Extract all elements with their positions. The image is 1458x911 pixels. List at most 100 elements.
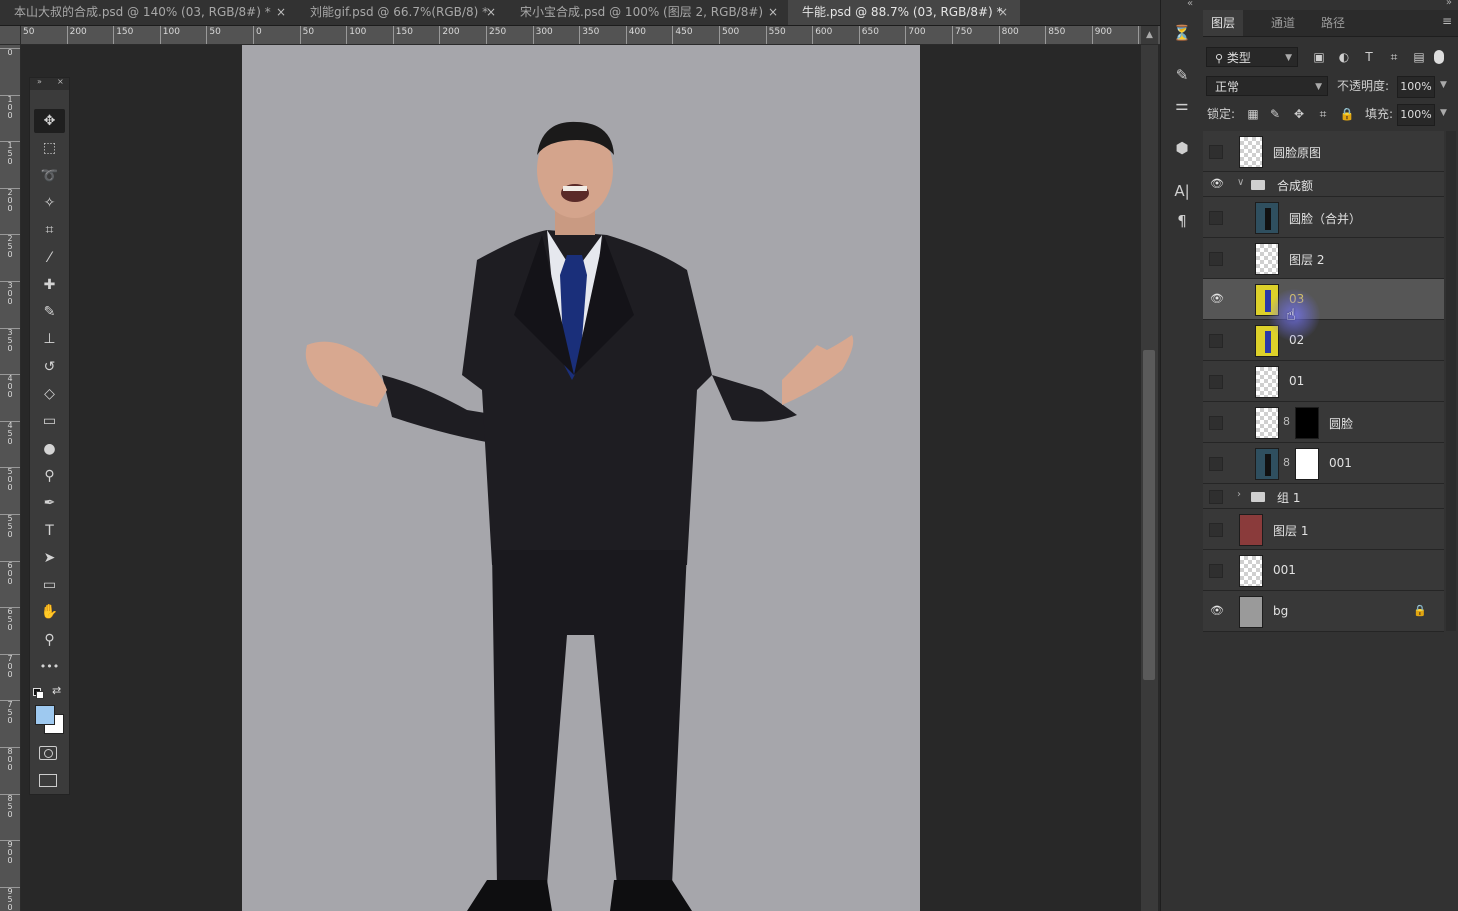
- eraser-tool-icon[interactable]: ◇: [34, 382, 65, 406]
- quick-mask-icon[interactable]: [39, 746, 57, 760]
- horizontal-ruler[interactable]: 50 200 150 100 50 0 50 100 150 200 250 300 350 400 450…: [20, 26, 1160, 45]
- close-icon[interactable]: ×: [768, 0, 778, 25]
- gradient-tool-icon[interactable]: ▭: [34, 409, 65, 433]
- history-panel-icon[interactable]: ⏳: [1169, 20, 1195, 46]
- layer-row[interactable]: 👁 bg 🔒: [1203, 591, 1444, 632]
- layer-thumbnail[interactable]: [1239, 135, 1263, 168]
- visibility-toggle[interactable]: [1209, 415, 1223, 430]
- filter-shape-icon[interactable]: ⌗: [1385, 48, 1403, 66]
- layer-row[interactable]: › 组 1: [1203, 484, 1444, 509]
- layer-row[interactable]: 👁03: [1203, 279, 1444, 320]
- lasso-tool-icon[interactable]: ➰: [34, 164, 65, 188]
- dodge-tool-icon[interactable]: ⚲: [34, 464, 65, 488]
- doc-tab-2[interactable]: 刘能gif.psd @ 66.7%(RGB/8) * ×: [296, 0, 506, 25]
- eye-icon[interactable]: 👁: [1209, 177, 1225, 193]
- panel-collapse-arrows-icon[interactable]: »: [1446, 0, 1452, 8]
- lock-pixels-icon[interactable]: ✎: [1266, 105, 1284, 123]
- panel-menu-icon[interactable]: ≡: [1442, 14, 1452, 28]
- type-tool-icon[interactable]: T: [34, 519, 65, 543]
- vertical-ruler[interactable]: 0 100 150 200 250 300 350 400 450 500 550 600 650 700…: [0, 26, 21, 911]
- opacity-input[interactable]: 100%: [1397, 76, 1435, 98]
- layer-thumbnail[interactable]: [1239, 513, 1263, 546]
- filter-smart-object-icon[interactable]: ▤: [1410, 48, 1428, 66]
- eyedropper-tool-icon[interactable]: ⁄: [34, 246, 65, 270]
- layer-row[interactable]: 8 圆脸: [1203, 402, 1444, 443]
- layer-row[interactable]: 02: [1203, 320, 1444, 361]
- close-icon[interactable]: ×: [998, 0, 1008, 25]
- blend-mode-select[interactable]: 正常 ▼: [1206, 76, 1328, 96]
- layer-thumbnail[interactable]: [1255, 201, 1279, 234]
- pen-tool-icon[interactable]: ✒: [34, 491, 65, 515]
- adjustments-icon[interactable]: ⚌: [1169, 92, 1195, 118]
- magic-wand-tool-icon[interactable]: ✧: [34, 191, 65, 215]
- blur-tool-icon[interactable]: ●: [34, 437, 65, 461]
- filter-toggle-icon[interactable]: [1434, 50, 1444, 64]
- tab-layers[interactable]: 图层: [1203, 10, 1244, 36]
- eye-icon[interactable]: 👁: [1209, 604, 1225, 620]
- foreground-color-swatch[interactable]: [35, 705, 55, 725]
- filter-pixel-icon[interactable]: ▣: [1310, 48, 1328, 66]
- layer-mask-thumbnail[interactable]: [1295, 406, 1319, 439]
- doc-tab-4[interactable]: 牛能.psd @ 88.7% (03, RGB/8#) * ×: [788, 0, 1020, 25]
- layer-filter-select[interactable]: ⚲ 类型 ▼: [1206, 47, 1298, 67]
- layer-row[interactable]: 01: [1203, 361, 1444, 402]
- visibility-toggle[interactable]: [1209, 456, 1223, 471]
- tab-paths[interactable]: 路径: [1313, 10, 1353, 36]
- doc-tab-1[interactable]: 本山大叔的合成.psd @ 140% (03, RGB/8#) * ×: [0, 0, 296, 25]
- marquee-tool-icon[interactable]: ⬚: [34, 136, 65, 160]
- filter-type-icon[interactable]: T: [1360, 48, 1378, 66]
- layer-row[interactable]: 001: [1203, 550, 1444, 591]
- doc-tab-3[interactable]: 宋小宝合成.psd @ 100% (图层 2, RGB/8#) ×: [506, 0, 788, 25]
- tools-panel-header[interactable]: » ×: [30, 77, 69, 90]
- layer-mask-thumbnail[interactable]: [1295, 447, 1319, 480]
- visibility-toggle[interactable]: [1209, 333, 1223, 348]
- 3d-panel-icon[interactable]: ⬢: [1169, 135, 1195, 161]
- screen-mode-icon[interactable]: [39, 774, 57, 787]
- lock-artboard-icon[interactable]: ⌗: [1314, 105, 1332, 123]
- stamp-tool-icon[interactable]: ⊥: [34, 327, 65, 351]
- brush-tool-icon[interactable]: ✎: [34, 300, 65, 324]
- zoom-tool-icon[interactable]: ⚲: [34, 628, 65, 652]
- fill-input[interactable]: 100%: [1397, 104, 1435, 126]
- layer-row[interactable]: 👁 ∨ 合成额: [1203, 172, 1444, 197]
- hand-tool-icon[interactable]: ✋: [34, 600, 65, 624]
- layer-thumbnail[interactable]: [1239, 595, 1263, 628]
- lock-transparency-icon[interactable]: ▦: [1244, 105, 1262, 123]
- document-canvas[interactable]: [242, 45, 920, 911]
- dock-collapse-arrows-icon[interactable]: «: [1187, 0, 1193, 9]
- crop-tool-icon[interactable]: ⌗: [34, 218, 65, 242]
- close-icon[interactable]: ×: [276, 0, 286, 25]
- more-tools-icon[interactable]: •••: [34, 655, 65, 679]
- visibility-toggle[interactable]: [1209, 210, 1223, 225]
- swap-colors-icon[interactable]: ⇄: [52, 684, 61, 697]
- layer-row[interactable]: 图层 1: [1203, 509, 1444, 550]
- chevron-down-icon[interactable]: ▼: [1440, 108, 1447, 118]
- layer-row[interactable]: 圆脸（合并）: [1203, 197, 1444, 238]
- eye-icon[interactable]: 👁: [1209, 292, 1225, 308]
- link-icon[interactable]: 8: [1283, 456, 1290, 469]
- layers-scrollbar[interactable]: [1446, 131, 1456, 631]
- layer-thumbnail[interactable]: [1255, 365, 1279, 398]
- chevron-down-icon[interactable]: ∨: [1237, 177, 1244, 188]
- layer-row[interactable]: 图层 2: [1203, 238, 1444, 279]
- visibility-toggle[interactable]: [1209, 522, 1223, 537]
- filter-adjustment-icon[interactable]: ◐: [1335, 48, 1353, 66]
- tab-channels[interactable]: 通道: [1263, 10, 1303, 36]
- healing-brush-tool-icon[interactable]: ✚: [34, 273, 65, 297]
- character-panel-icon[interactable]: A|: [1169, 178, 1195, 204]
- chevron-right-icon[interactable]: ›: [1237, 489, 1241, 500]
- collapse-arrows-icon[interactable]: »: [37, 77, 42, 86]
- lock-position-icon[interactable]: ✥: [1290, 105, 1308, 123]
- path-selection-tool-icon[interactable]: ➤: [34, 546, 65, 570]
- history-brush-tool-icon[interactable]: ↺: [34, 355, 65, 379]
- layer-thumbnail[interactable]: [1239, 554, 1263, 587]
- close-icon[interactable]: ×: [57, 77, 64, 86]
- close-icon[interactable]: ×: [486, 0, 496, 25]
- visibility-toggle[interactable]: [1209, 374, 1223, 389]
- move-tool-icon[interactable]: ✥: [34, 109, 65, 133]
- scroll-up-button[interactable]: ▲: [1141, 26, 1158, 44]
- link-icon[interactable]: 8: [1283, 415, 1290, 428]
- layer-thumbnail[interactable]: [1255, 447, 1279, 480]
- lock-all-icon[interactable]: 🔒: [1338, 105, 1356, 123]
- layer-thumbnail[interactable]: [1255, 406, 1279, 439]
